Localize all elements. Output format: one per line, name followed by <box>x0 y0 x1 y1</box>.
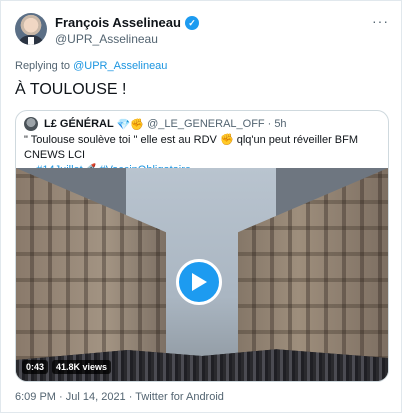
quoted-author-name: L£ GÉNÉRAL <box>44 118 114 130</box>
author-avatar[interactable] <box>15 13 47 45</box>
video-badges: 0:43 41.8K views <box>22 360 112 374</box>
replying-to-label: Replying to <box>15 60 74 72</box>
quoted-author-handle: @_LE_GENERAL_OFF <box>147 118 265 130</box>
video-player[interactable]: 0:43 41.8K views <box>16 168 388 381</box>
quoted-tweet[interactable]: L£ GÉNÉRAL 💎✊ @_LE_GENERAL_OFF · 5h " To… <box>15 110 389 382</box>
author-name-row[interactable]: François Asselineau ✓ <box>55 15 199 30</box>
video-views: 41.8K views <box>52 360 112 374</box>
quoted-time: 5h <box>274 118 287 130</box>
play-icon[interactable] <box>176 259 222 305</box>
avatar-shirt <box>28 37 34 45</box>
ellipsis-icon[interactable]: ··· <box>372 13 389 29</box>
quoted-separator: · <box>267 118 272 130</box>
quoted-tweet-header: L£ GÉNÉRAL 💎✊ @_LE_GENERAL_OFF · 5h <box>24 117 287 131</box>
quoted-author-badges: 💎✊ <box>116 118 145 131</box>
replying-to-mention[interactable]: @UPR_Asselineau <box>73 60 167 72</box>
quoted-author-avatar <box>24 117 38 131</box>
quoted-text-part1: " Toulouse soulève toi " elle est au RDV <box>24 134 220 146</box>
play-triangle-icon <box>192 273 207 291</box>
tweet-timestamp[interactable]: 6:09 PM · Jul 14, 2021 · Twitter for And… <box>15 391 224 403</box>
video-duration: 0:43 <box>22 360 49 374</box>
verified-badge-icon: ✓ <box>184 15 199 30</box>
author-name[interactable]: François Asselineau <box>55 15 181 30</box>
fist-emoji-icon: ✊ <box>219 134 234 146</box>
tweet-text: À TOULOUSE ! <box>15 81 127 98</box>
tweet-card: François Asselineau ✓ @UPR_Asselineau ··… <box>0 0 402 413</box>
author-handle[interactable]: @UPR_Asselineau <box>55 32 158 46</box>
replying-to: Replying to @UPR_Asselineau <box>15 60 167 72</box>
